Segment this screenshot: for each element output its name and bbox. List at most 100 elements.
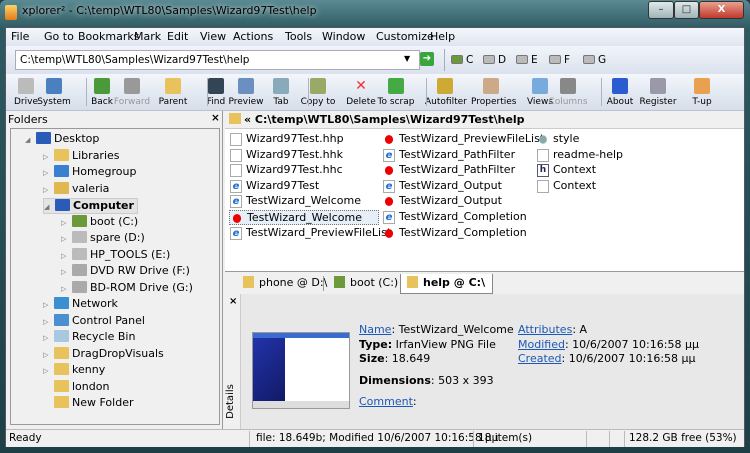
toolbar-about-button[interactable]: About (600, 76, 640, 107)
file-item[interactable]: TestWizard_PreviewFileList (382, 132, 544, 147)
menu-file[interactable]: File (11, 30, 29, 43)
expand-toggle-icon[interactable]: ▷ (43, 318, 52, 326)
copy-to-icon (310, 78, 326, 94)
toolbar-columns-button[interactable]: Columns (548, 76, 588, 107)
file-item[interactable]: Context (536, 179, 596, 194)
tree-item-computer[interactable]: ◢ Computer (43, 198, 138, 214)
file-item[interactable]: Wizard97Test.hhk (229, 148, 343, 163)
expand-toggle-icon[interactable]: ▷ (43, 351, 52, 359)
file-item[interactable]: TestWizard_Output (382, 194, 502, 209)
close-button[interactable]: X (699, 1, 744, 19)
tree-item-libraries[interactable]: ▷ Libraries (43, 148, 120, 165)
tree-item-new-folder[interactable]: New Folder (43, 396, 133, 412)
drive-icon (583, 55, 595, 64)
tree-item-spare-d[interactable]: ▷ spare (D:) (61, 231, 145, 247)
menu-actions[interactable]: Actions (233, 30, 273, 43)
toolbar-preview-button[interactable]: Preview (226, 76, 266, 107)
menu-window[interactable]: Window (322, 30, 365, 43)
expand-toggle-icon[interactable]: ▷ (61, 268, 70, 276)
drive-button-f[interactable]: F (549, 54, 570, 66)
toolbar-register-button[interactable]: Register (638, 76, 678, 107)
drive-button-d[interactable]: D (483, 54, 506, 66)
toolbar-system-button[interactable]: System (34, 76, 74, 107)
expand-toggle-icon[interactable]: ▷ (61, 252, 70, 260)
file-item[interactable]: style (536, 132, 579, 147)
expand-toggle-icon[interactable]: ▷ (61, 219, 70, 227)
toolbar-copy-to-button[interactable]: Copy to (298, 76, 338, 107)
tree-item-hp-tools-e[interactable]: ▷ HP_TOOLS (E:) (61, 247, 170, 264)
tree-item-recycle-bin[interactable]: ▷ Recycle Bin (43, 330, 135, 346)
tree-item-dragdropvisuals[interactable]: ▷ DragDropVisuals (43, 346, 164, 363)
file-item[interactable]: e TestWizard_PathFilter (382, 148, 515, 163)
menu-customize[interactable]: Customize (376, 30, 434, 43)
toolbar-autofilter-button[interactable]: Autofilter (425, 76, 467, 107)
maximize-button[interactable]: □ (674, 1, 699, 19)
tree-item-valeria[interactable]: ▷ valeria (43, 181, 109, 198)
file-item[interactable]: Wizard97Test.hhc (229, 163, 343, 178)
toolbar-delete-button[interactable]: ✕ Delete (341, 76, 381, 107)
toolbar-label: Copy to (300, 97, 336, 107)
tree-item-kenny[interactable]: ▷ kenny (43, 363, 105, 379)
toolbar-t-up-button[interactable]: T-up (682, 76, 722, 107)
toolbar-to-scrap-button[interactable]: To scrap (376, 76, 416, 107)
expand-toggle-icon[interactable]: ▷ (43, 186, 52, 194)
toolbar-parent-button[interactable]: Parent (153, 76, 193, 107)
expand-toggle-icon[interactable]: ▷ (43, 169, 52, 177)
file-item[interactable]: readme-help (536, 148, 623, 163)
tree-item-london[interactable]: london (43, 379, 109, 396)
comment-link[interactable]: Comment (359, 395, 413, 408)
menu-help[interactable]: Help (430, 30, 455, 43)
file-item[interactable]: h Context (536, 163, 596, 178)
expand-toggle-icon[interactable]: ◢ (25, 136, 34, 144)
menu-tools[interactable]: Tools (285, 30, 312, 43)
close-folders-icon[interactable]: × (211, 112, 220, 124)
file-item[interactable]: e TestWizard_PreviewFileList (229, 226, 391, 241)
name-link[interactable]: Name (359, 323, 391, 336)
file-item[interactable]: TestWizard_Completion (382, 226, 527, 241)
tree-item-boot-c[interactable]: ▷ boot (C:) (61, 214, 138, 231)
menu-view[interactable]: View (200, 30, 226, 43)
expand-toggle-icon[interactable]: ▷ (61, 235, 70, 243)
expand-toggle-icon[interactable]: ▷ (43, 334, 52, 342)
expand-toggle-icon[interactable]: ◢ (44, 203, 53, 211)
tab-boot[interactable]: boot (C:) (328, 274, 404, 294)
menu-mark[interactable]: Mark (134, 30, 161, 43)
go-arrow-icon[interactable]: ➔ (420, 52, 434, 66)
expand-toggle-icon[interactable]: ▷ (43, 153, 52, 161)
tree-item-dvd-rw-drive-f[interactable]: ▷ DVD RW Drive (F:) (61, 264, 190, 280)
menu-go-to[interactable]: Go to (44, 30, 74, 43)
toolbar-forward-button[interactable]: Forward (112, 76, 152, 107)
file-item[interactable]: e TestWizard_Output (382, 179, 502, 194)
file-item[interactable]: e Wizard97Test (229, 179, 319, 194)
toolbar-properties-button[interactable]: Properties (471, 76, 516, 107)
address-input[interactable]: C:\temp\WTL80\Samples\Wizard97Test\help (15, 50, 420, 70)
close-details-icon[interactable]: × (229, 296, 237, 307)
created-link[interactable]: Created (518, 352, 562, 365)
menu-bookmarks[interactable]: Bookmarks (78, 30, 139, 43)
drive-button-e[interactable]: E (516, 54, 538, 66)
tree-item-bd-rom-drive-g[interactable]: ▷ BD-ROM Drive (G:) (61, 280, 193, 297)
expand-toggle-icon[interactable]: ▷ (43, 367, 52, 375)
toolbar-divider (207, 78, 208, 106)
modified-link[interactable]: Modified (518, 338, 565, 351)
tree-item-control-panel[interactable]: ▷ Control Panel (43, 313, 145, 330)
tree-item-network[interactable]: ▷ Network (43, 297, 118, 313)
file-item[interactable]: TestWizard_Welcome (229, 210, 379, 225)
file-item[interactable]: TestWizard_PathFilter (382, 163, 515, 178)
tab-phone[interactable]: phone @ D:\ (237, 274, 333, 294)
minimize-button[interactable]: – (648, 1, 674, 19)
drive-button-c[interactable]: C (451, 54, 473, 66)
file-item[interactable]: e TestWizard_Completion (382, 210, 527, 225)
expand-toggle-icon[interactable]: ▷ (61, 285, 70, 293)
file-item[interactable]: Wizard97Test.hhp (229, 132, 344, 147)
address-dropdown-icon[interactable]: ▼ (404, 54, 410, 63)
tab-help[interactable]: help @ C:\ (400, 274, 493, 294)
drive-button-g[interactable]: G (583, 54, 606, 66)
tree-item-homegroup[interactable]: ▷ Homegroup (43, 165, 136, 181)
tree-item-desktop[interactable]: ◢ Desktop (25, 132, 99, 148)
toolbar-tab-button[interactable]: Tab (261, 76, 301, 107)
attributes-link[interactable]: Attributes (518, 323, 572, 336)
menu-edit[interactable]: Edit (167, 30, 188, 43)
file-item[interactable]: e TestWizard_Welcome (229, 194, 361, 209)
expand-toggle-icon[interactable]: ▷ (43, 301, 52, 309)
